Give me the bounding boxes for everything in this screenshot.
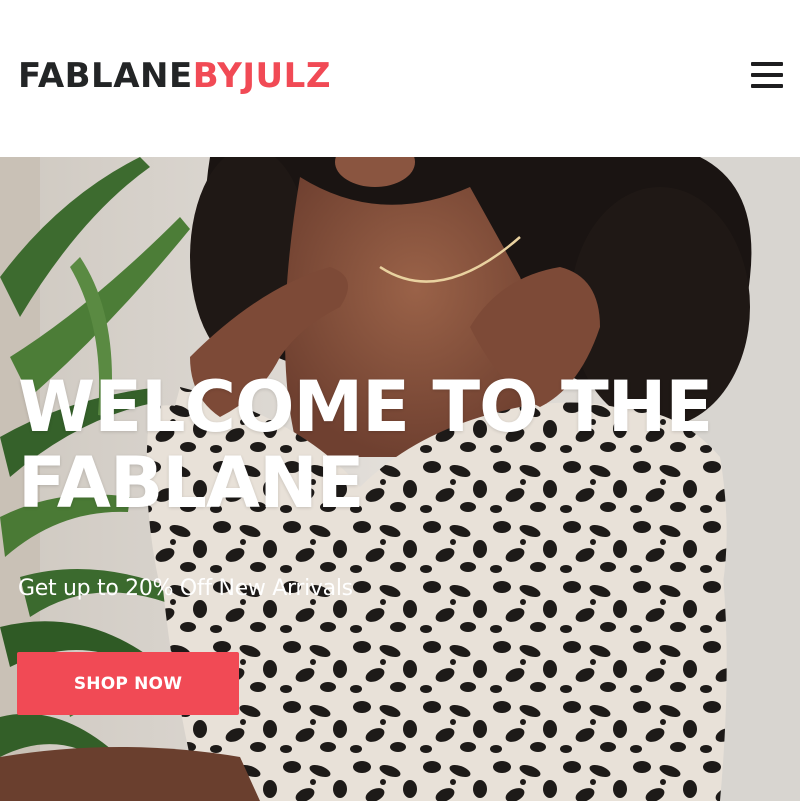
site-header: FABLANEBYJULZ (0, 0, 800, 157)
menu-bar-bottom (751, 84, 783, 88)
shop-now-button[interactable]: SHOP NOW (17, 652, 239, 715)
hamburger-menu-icon[interactable] (750, 60, 784, 90)
logo-text-byjulz: BYJULZ (192, 56, 331, 96)
menu-bar-top (751, 62, 783, 66)
hero-banner: WELCOME TO THE FABLANE Get up to 20% Off… (0, 157, 800, 801)
logo-text-fablane: FABLANE (18, 56, 193, 96)
hero-title-line-2: FABLANE (18, 442, 364, 524)
site-logo[interactable]: FABLANEBYJULZ (18, 56, 331, 96)
menu-bar-middle (751, 73, 783, 77)
hero-title-line-1: WELCOME TO THE (18, 366, 713, 448)
hero-title: WELCOME TO THE FABLANE (18, 369, 778, 521)
hero-subtitle: Get up to 20% Off New Arrivals (18, 576, 353, 601)
